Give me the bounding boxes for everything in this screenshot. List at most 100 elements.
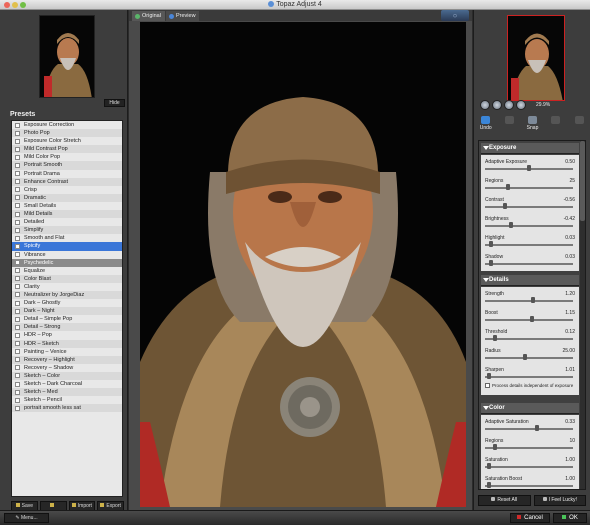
- hide-navigator-button[interactable]: Hide: [104, 99, 125, 107]
- zoom-fit-icon[interactable]: [504, 100, 514, 110]
- slider-value[interactable]: -0.56: [564, 197, 575, 203]
- slider-knob[interactable]: [535, 425, 540, 431]
- slider-value[interactable]: 0.03: [565, 235, 575, 241]
- menu-button[interactable]: ✎ Menu...: [4, 513, 49, 523]
- slider-knob[interactable]: [489, 260, 494, 266]
- preset-item[interactable]: Dark – Ghostly: [12, 299, 122, 307]
- zoom-actual-icon[interactable]: [516, 100, 526, 110]
- snapshot-list-button[interactable]: [568, 114, 590, 136]
- slider-value[interactable]: 1.00: [565, 476, 575, 482]
- slider-knob[interactable]: [486, 463, 491, 469]
- zoom-navigator[interactable]: [507, 15, 565, 101]
- preset-item[interactable]: Detailed: [12, 218, 122, 226]
- preset-item[interactable]: Clarity: [12, 283, 122, 291]
- slider-knob[interactable]: [503, 203, 508, 209]
- preset-item[interactable]: Photo Pop: [12, 129, 122, 138]
- preset-item[interactable]: Smooth and Flat: [12, 234, 122, 242]
- slider-knob[interactable]: [522, 354, 527, 360]
- preset-item[interactable]: Small Details: [12, 202, 122, 210]
- preset-item[interactable]: Sketch – Color: [12, 371, 122, 380]
- ok-button[interactable]: OK: [553, 513, 587, 523]
- preset-item[interactable]: Portrait Smooth: [12, 161, 122, 170]
- preset-list[interactable]: Exposure Correction Photo Pop Exposure Col…: [11, 120, 123, 497]
- preset-item[interactable]: Dramatic: [12, 193, 122, 202]
- reset-all-button[interactable]: Reset All: [478, 495, 531, 506]
- slider-track[interactable]: [485, 300, 573, 302]
- preset-item[interactable]: Exposure Color Stretch: [12, 137, 122, 145]
- process-details-checkbox[interactable]: [485, 383, 490, 388]
- slider-track[interactable]: [485, 447, 573, 449]
- preset-item[interactable]: portrait smooth less sat: [12, 404, 122, 413]
- slider-knob[interactable]: [531, 297, 536, 303]
- slider-value[interactable]: 0.03: [565, 254, 575, 260]
- cancel-button[interactable]: Cancel: [510, 513, 550, 523]
- details-section-header[interactable]: Details: [481, 275, 579, 286]
- navigator-thumbnail[interactable]: [39, 15, 95, 98]
- preset-item[interactable]: Sketch – Dark Charcoal: [12, 380, 122, 388]
- feel-lucky-button[interactable]: I Feel Lucky!: [533, 495, 586, 506]
- preset-item[interactable]: Spicify: [12, 242, 122, 251]
- slider-value[interactable]: 0.50: [565, 159, 575, 165]
- snap-button[interactable]: Snap: [521, 114, 544, 136]
- slider-track[interactable]: [485, 357, 573, 359]
- slider-value[interactable]: 10: [569, 438, 575, 444]
- settings-scrollbar[interactable]: [580, 141, 585, 489]
- tab-original[interactable]: Original: [132, 11, 165, 21]
- preset-item[interactable]: Mild Contrast Pop: [12, 145, 122, 154]
- slider-knob[interactable]: [493, 444, 498, 450]
- tab-preview[interactable]: Preview: [166, 11, 199, 21]
- slider-knob[interactable]: [509, 222, 514, 228]
- slider-track[interactable]: [485, 187, 573, 189]
- preset-item[interactable]: Color Blast: [12, 274, 122, 283]
- preset-item[interactable]: Exposure Correction: [12, 121, 122, 129]
- preset-item[interactable]: Neutralizer by JorgeDiaz: [12, 290, 122, 300]
- preset-item[interactable]: Psychedelic: [12, 258, 122, 267]
- preset-item[interactable]: Recovery – Highlight: [12, 355, 122, 364]
- slider-value[interactable]: 1.00: [565, 457, 575, 463]
- preset-item[interactable]: Mild Color Pop: [12, 153, 122, 161]
- preset-item[interactable]: Portrait Drama: [12, 170, 122, 178]
- slider-knob[interactable]: [529, 316, 534, 322]
- preset-item[interactable]: Painting – Venice: [12, 348, 122, 356]
- slider-value[interactable]: 1.01: [565, 367, 575, 373]
- slider-track[interactable]: [485, 206, 573, 208]
- slider-track[interactable]: [485, 338, 573, 340]
- preset-item[interactable]: Detail – Strong: [12, 323, 122, 332]
- process-details-checkbox-row[interactable]: Process details independent of exposure: [485, 383, 579, 388]
- slider-value[interactable]: 0.12: [565, 329, 575, 335]
- slider-track[interactable]: [485, 263, 573, 265]
- snapshot-compare-button[interactable]: [544, 114, 567, 136]
- slider-knob[interactable]: [506, 184, 510, 190]
- preset-item[interactable]: Recovery – Shadow: [12, 364, 122, 372]
- slider-track[interactable]: [485, 225, 573, 227]
- slider-value[interactable]: 1.15: [565, 310, 575, 316]
- slider-knob[interactable]: [486, 373, 491, 379]
- slider-track[interactable]: [485, 466, 573, 468]
- preset-item[interactable]: Crisp: [12, 186, 122, 194]
- slider-value[interactable]: -0.42: [564, 216, 575, 222]
- slider-value[interactable]: 1.20: [565, 291, 575, 297]
- slider-value[interactable]: 25: [569, 178, 575, 184]
- preset-item[interactable]: HDR – Pop: [12, 331, 122, 339]
- preset-item[interactable]: Equalize: [12, 267, 122, 275]
- settings-scroll-thumb[interactable]: [580, 141, 585, 221]
- preset-item[interactable]: Sketch – Med: [12, 388, 122, 397]
- preset-item[interactable]: Simplify: [12, 226, 122, 235]
- preset-item[interactable]: Sketch – Pencil: [12, 396, 122, 404]
- slider-track[interactable]: [485, 485, 573, 487]
- color-section-header[interactable]: Color: [481, 403, 579, 414]
- redo-button[interactable]: [497, 114, 520, 136]
- exposure-section-header[interactable]: Exposure: [481, 143, 579, 154]
- slider-knob[interactable]: [489, 241, 494, 247]
- zoom-in-icon[interactable]: [492, 100, 502, 110]
- preset-item[interactable]: Vibrance: [12, 251, 122, 259]
- slider-knob[interactable]: [527, 165, 531, 171]
- slider-track[interactable]: [485, 244, 573, 246]
- zoom-out-icon[interactable]: [480, 100, 490, 110]
- preset-item[interactable]: HDR – Sketch: [12, 339, 122, 348]
- slider-value[interactable]: 25.00: [562, 348, 575, 354]
- slider-track[interactable]: [485, 376, 573, 378]
- slider-knob[interactable]: [493, 335, 498, 341]
- preset-item[interactable]: Enhance Contrast: [12, 177, 122, 186]
- slider-knob[interactable]: [486, 482, 491, 488]
